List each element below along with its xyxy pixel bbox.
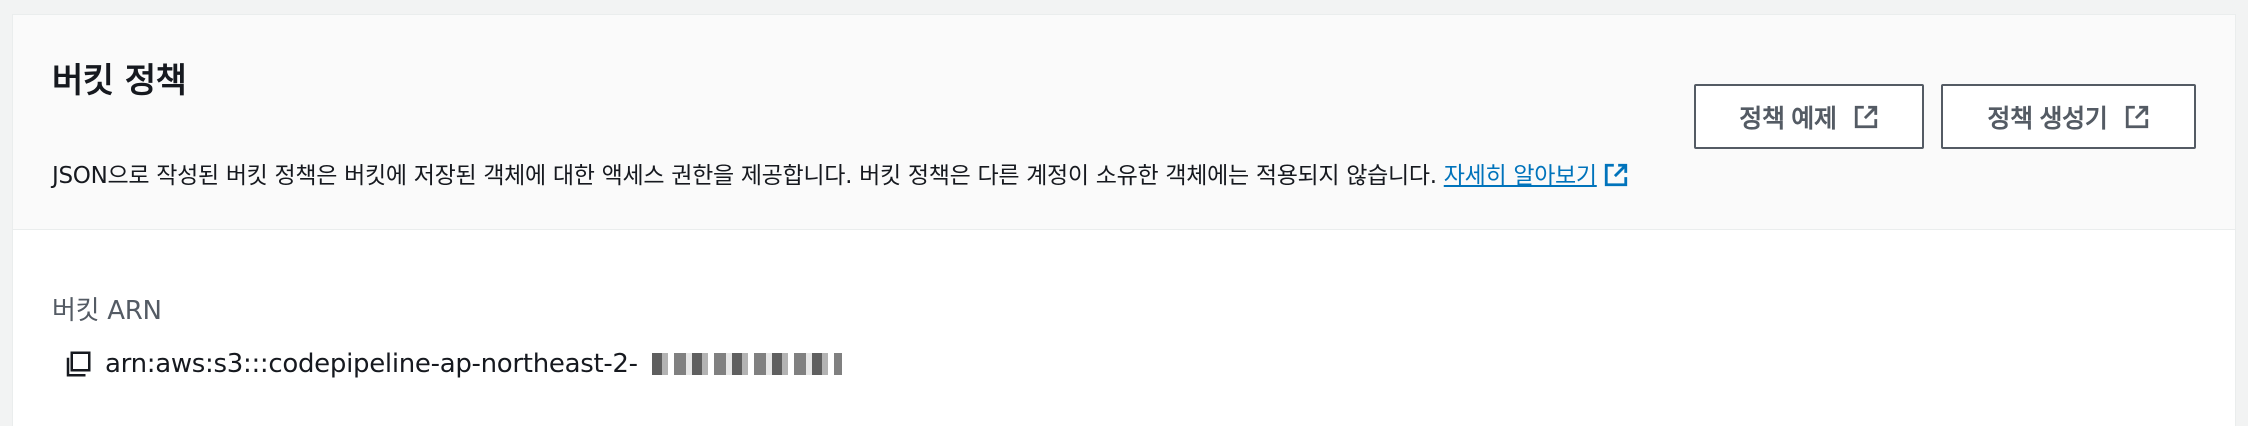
external-link-icon	[1854, 105, 1877, 128]
panel-description: JSON으로 작성된 버킷 정책은 버킷에 저장된 객체에 대한 액세스 권한을…	[52, 156, 1629, 190]
policy-generator-label: 정책 생성기	[1987, 104, 2108, 133]
redacted-account-id	[651, 353, 842, 375]
external-link-icon	[2125, 105, 2148, 128]
policy-examples-label: 정책 예제	[1739, 104, 1837, 133]
learn-more-link[interactable]: 자세히 알아보기	[1444, 163, 1629, 189]
description-text: JSON으로 작성된 버킷 정책은 버킷에 저장된 객체에 대한 액세스 권한을…	[52, 163, 1437, 189]
external-link-icon	[1604, 163, 1627, 187]
bucket-arn-row: arn:aws:s3:::codepipeline-ap-northeast-2…	[63, 349, 842, 379]
bucket-policy-panel: 버킷 정책 정책 예제 정책 생성기 JSON으로 작성된 버킷 정책은 버킷에…	[12, 14, 2236, 426]
panel-title: 버킷 정책	[52, 61, 187, 101]
copy-icon[interactable]	[63, 349, 93, 379]
learn-more-label: 자세히 알아보기	[1443, 163, 1597, 189]
panel-header: 버킷 정책 정책 예제 정책 생성기 JSON으로 작성된 버킷 정책은 버킷에…	[13, 15, 2235, 230]
bucket-arn-label: 버킷 ARN	[52, 296, 162, 326]
policy-generator-button[interactable]: 정책 생성기	[1941, 84, 2196, 149]
bucket-arn-value: arn:aws:s3:::codepipeline-ap-northeast-2…	[105, 349, 638, 379]
policy-examples-button[interactable]: 정책 예제	[1694, 84, 1924, 149]
